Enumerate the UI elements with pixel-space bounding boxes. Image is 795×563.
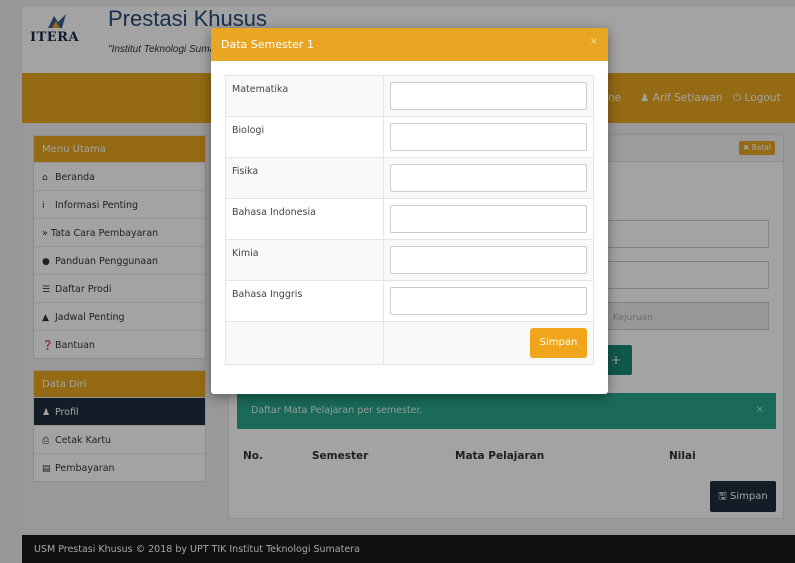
subject-label: Matematika [225,75,384,117]
bahasa-inggris-input[interactable] [390,287,587,315]
table-row: Bahasa Indonesia [225,198,594,240]
fisika-input[interactable] [390,164,587,192]
subject-label: Biologi [225,116,384,158]
semester-modal: Data Semester 1 × Matematika Biologi Fis… [211,28,608,394]
table-row: Simpan [225,321,594,365]
modal-close-icon[interactable]: × [590,36,598,47]
biologi-input[interactable] [390,123,587,151]
subject-label: Kimia [225,239,384,281]
table-row: Biologi [225,116,594,158]
subject-label: Fisika [225,157,384,199]
subject-label: Bahasa Indonesia [225,198,384,240]
matematika-input[interactable] [390,82,587,110]
subject-table: Matematika Biologi Fisika Bahasa Indones… [225,75,594,365]
bahasa-indonesia-input[interactable] [390,205,587,233]
kimia-input[interactable] [390,246,587,274]
table-row: Fisika [225,157,594,199]
modal-header: Data Semester 1 × [211,28,608,61]
table-row: Kimia [225,239,594,281]
modal-simpan-button[interactable]: Simpan [530,328,587,358]
table-row: Matematika [225,75,594,117]
modal-title: Data Semester 1 [221,38,314,51]
table-row: Bahasa Inggris [225,280,594,322]
subject-label: Bahasa Inggris [225,280,384,322]
